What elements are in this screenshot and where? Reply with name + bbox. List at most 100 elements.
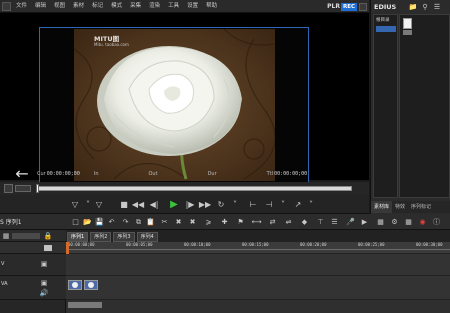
overwrite-dropdown-icon[interactable]: ˅	[277, 199, 289, 210]
redo-icon[interactable]: ↷	[121, 217, 130, 227]
set-in-icon[interactable]: ▽	[69, 199, 81, 210]
track-zoom-slider[interactable]	[12, 233, 40, 239]
playhead[interactable]	[66, 242, 69, 254]
ripple-delete-icon[interactable]: ✖	[188, 217, 197, 227]
video-track-icon[interactable]: ▣	[40, 260, 48, 268]
track-header-v: V ▣	[0, 254, 66, 276]
info-icon[interactable]: ⓘ	[432, 217, 441, 227]
ruler-tick: 00:00:00;00	[68, 242, 95, 247]
time-ruler[interactable]: 00:00:00;00 00:00:05;00 00:00:10;00 00:0…	[66, 242, 450, 254]
track-v[interactable]	[66, 254, 450, 276]
render-icon[interactable]: ▶	[360, 217, 369, 227]
voiceover-icon[interactable]: 🎤	[346, 217, 355, 227]
export-dropdown-icon[interactable]: ˅	[305, 199, 317, 210]
tab-effects[interactable]: 特效	[392, 201, 408, 213]
tree-root-label[interactable]: 根目录	[376, 17, 390, 23]
step-back-icon[interactable]: ◀|	[148, 199, 160, 210]
menu-help[interactable]: 帮助	[202, 0, 221, 13]
out-label: Out	[148, 171, 158, 177]
position-slider[interactable]	[36, 186, 352, 191]
clip-thumb-icon	[88, 282, 94, 288]
track-lock-icon[interactable]: 🔒	[44, 232, 53, 240]
menu-render[interactable]: 渲染	[145, 0, 164, 13]
rewind-icon[interactable]: ◀◀	[132, 199, 144, 210]
tab-sequence-3[interactable]: 序列3	[113, 231, 135, 242]
menu-settings[interactable]: 设置	[183, 0, 202, 13]
track-panel-icon[interactable]: ▦	[2, 232, 10, 240]
video-track-icon-2[interactable]: ▣	[40, 279, 48, 287]
add-transition-icon[interactable]: ✚	[220, 217, 229, 227]
save-icon[interactable]: 💾	[95, 217, 104, 227]
tab-sequence-2[interactable]: 序列2	[90, 231, 112, 242]
transport-controls: ▽ ˅ ▽ ■ ◀◀ ◀| ▶ |▶ ▶▶ ↻ ˅ ⊢ ⊣ ˅ ↗ ˅	[0, 195, 369, 214]
set-marker-icon[interactable]: ⚑	[236, 217, 245, 227]
shuttle-box[interactable]	[15, 185, 31, 192]
mixer-icon[interactable]: ☰	[330, 217, 339, 227]
folder-icon[interactable]: 📁	[409, 3, 418, 11]
sequence-name: S 序列1	[0, 219, 22, 226]
minimize-icon[interactable]	[359, 2, 367, 11]
open-icon[interactable]: 📂	[83, 217, 92, 227]
sync-icon[interactable]: ⇌	[284, 217, 293, 227]
ruler-tick: 00:00:20;00	[300, 242, 327, 247]
tab-sequence-1[interactable]: 序列1	[67, 231, 89, 242]
export-icon[interactable]: ↗	[292, 199, 304, 210]
clip-thumbnail-2[interactable]	[403, 30, 412, 35]
fast-forward-icon[interactable]: ▶▶	[199, 199, 211, 210]
menu-view[interactable]: 视图	[50, 0, 69, 13]
menu-clip[interactable]: 素材	[69, 0, 88, 13]
video-clip[interactable]	[84, 280, 98, 290]
overwrite-icon[interactable]: ⊣	[263, 199, 275, 210]
copy-icon[interactable]: ⧉	[134, 217, 143, 227]
position-slider-handle[interactable]	[36, 184, 39, 193]
grid-icon[interactable]: ▦	[404, 217, 413, 227]
menu-file[interactable]: 文件	[12, 0, 31, 13]
loop-play-icon[interactable]: ↻	[215, 199, 227, 210]
track-va[interactable]	[66, 276, 450, 300]
new-sequence-icon[interactable]: □	[71, 217, 80, 227]
ruler-toggle[interactable]	[44, 245, 52, 251]
play-dropdown-icon[interactable]: ˅	[229, 199, 241, 210]
speaker-icon[interactable]: 🔊	[40, 289, 49, 297]
rec-badge[interactable]: REC	[340, 2, 357, 11]
snap-icon[interactable]: ⟷	[251, 217, 261, 227]
menu-tools[interactable]: 工具	[164, 0, 183, 13]
menu-marker[interactable]: 标记	[88, 0, 107, 13]
video-clip[interactable]	[68, 280, 82, 290]
undo-icon[interactable]: ↶	[107, 217, 116, 227]
insert-icon[interactable]: ⊢	[247, 199, 259, 210]
tab-bin[interactable]: 素材库	[371, 201, 393, 213]
split-icon[interactable]: ⩾	[204, 217, 213, 227]
trim-icon[interactable]: ⊤	[316, 217, 325, 227]
layout-icon[interactable]: ▦	[376, 217, 385, 227]
cut-icon[interactable]: ✂	[160, 217, 169, 227]
keyframe-icon[interactable]: ◆	[300, 217, 309, 227]
loop-icon[interactable]	[4, 184, 13, 193]
step-forward-icon[interactable]: |▶	[184, 199, 196, 210]
tab-sequence-4[interactable]: 序列4	[136, 231, 158, 242]
menu-edit[interactable]: 编辑	[31, 0, 50, 13]
plr-label[interactable]: PLR	[327, 3, 341, 10]
bin-tabs: 素材库 特效 序列标记	[371, 201, 450, 213]
timeline-scrollbar[interactable]	[68, 302, 102, 308]
clip-thumbnail[interactable]	[403, 18, 412, 29]
ripple-mode-icon[interactable]: ⇄	[268, 217, 277, 227]
dur-label: Dur	[207, 171, 217, 177]
tab-sequence-markers[interactable]: 序列标记	[408, 201, 434, 213]
menu-bar: 文件 编辑 视图 素材 标记 模式 采集 渲染 工具 设置 帮助 PLR REC	[0, 0, 369, 13]
tree-selected-row[interactable]	[376, 26, 396, 32]
menu-mode[interactable]: 模式	[107, 0, 126, 13]
watermark-url: Mitu. taobao.com	[94, 42, 129, 47]
play-icon[interactable]: ▶	[168, 199, 180, 210]
list-icon[interactable]: ☰	[433, 3, 441, 11]
app-icon	[2, 1, 11, 11]
paste-icon[interactable]: 📋	[146, 217, 155, 227]
search-icon[interactable]: ⚲	[421, 3, 429, 11]
menu-capture[interactable]: 采集	[126, 0, 145, 13]
stop-icon[interactable]: ■	[118, 199, 130, 210]
delete-icon[interactable]: ✖	[174, 217, 183, 227]
ttl-timecode: 00:00:00;00	[274, 171, 308, 177]
record-icon[interactable]: ◉	[418, 217, 427, 227]
set-out-icon[interactable]: ▽	[93, 199, 105, 210]
settings-icon[interactable]: ⚙	[390, 217, 399, 227]
